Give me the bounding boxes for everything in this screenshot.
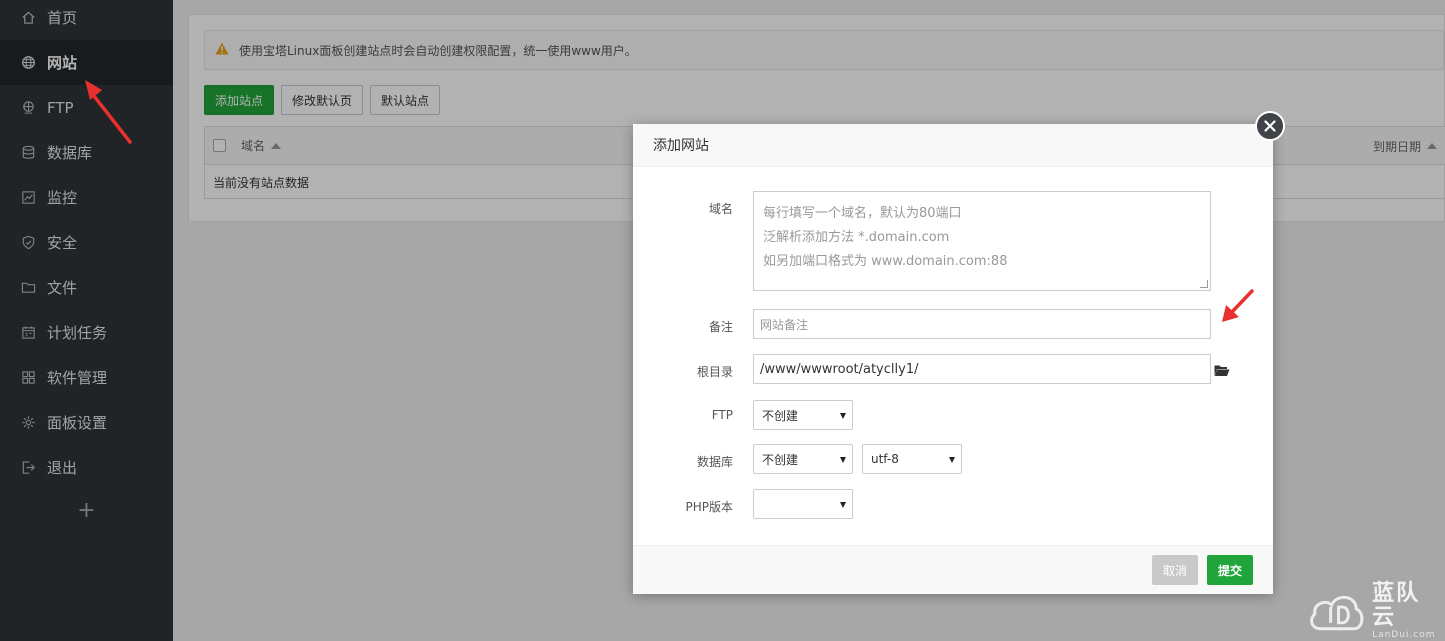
close-icon bbox=[1264, 120, 1276, 132]
chevron-down-icon bbox=[840, 457, 846, 463]
remark-input[interactable]: 网站备注 bbox=[753, 309, 1211, 339]
database-select-value: 不创建 bbox=[762, 452, 799, 467]
charset-select-value: utf-8 bbox=[871, 452, 899, 466]
root-dir-label: 根目录 bbox=[696, 365, 733, 379]
charset-select[interactable]: utf-8 bbox=[862, 444, 962, 474]
cloud-logo-icon bbox=[1310, 595, 1364, 631]
chevron-down-icon bbox=[840, 502, 846, 508]
remark-label: 备注 bbox=[708, 320, 733, 334]
ftp-select[interactable]: 不创建 bbox=[753, 400, 853, 430]
dialog-body: 域名 每行填写一个域名，默认为80端口 泛解析添加方法 *.domain.com… bbox=[633, 168, 1273, 545]
folder-open-icon[interactable] bbox=[1214, 364, 1232, 378]
domain-textarea[interactable]: 每行填写一个域名，默认为80端口 泛解析添加方法 *.domain.com 如另… bbox=[753, 191, 1211, 291]
dialog-footer: 取消 提交 bbox=[633, 545, 1273, 594]
watermark-text: 蓝队云 LanDui.com bbox=[1372, 581, 1443, 641]
php-version-select[interactable] bbox=[753, 489, 853, 519]
domain-placeholder-line: 如另加端口格式为 www.domain.com:88 bbox=[763, 254, 1008, 269]
watermark-domain: LanDui.com bbox=[1372, 630, 1436, 640]
cancel-button[interactable]: 取消 bbox=[1152, 555, 1199, 585]
domain-placeholder-line: 每行填写一个域名，默认为80端口 bbox=[763, 206, 962, 221]
add-site-dialog: 添加网站 域名 每行填写一个域名，默认为80端口 泛解析添加方法 *.domai… bbox=[633, 111, 1285, 594]
watermark: 蓝队云 LanDui.com bbox=[1307, 582, 1443, 640]
database-label: 数据库 bbox=[696, 455, 733, 469]
chevron-down-icon bbox=[949, 457, 955, 463]
ftp-select-value: 不创建 bbox=[762, 408, 799, 423]
root-dir-input[interactable]: /www/wwwroot/atyclly1/ bbox=[753, 354, 1211, 384]
annotation-arrow-remark bbox=[1222, 289, 1254, 322]
resize-handle-icon[interactable] bbox=[1200, 280, 1208, 288]
domain-label: 域名 bbox=[708, 202, 733, 216]
dialog-title: 添加网站 bbox=[633, 124, 1273, 167]
database-select[interactable]: 不创建 bbox=[753, 444, 853, 474]
chevron-down-icon bbox=[840, 413, 846, 419]
watermark-brand: 蓝队云 bbox=[1372, 581, 1421, 630]
annotation-arrow-website bbox=[85, 80, 132, 144]
ftp-label: FTP bbox=[711, 408, 733, 422]
php-version-label: PHP版本 bbox=[685, 500, 734, 514]
close-button[interactable] bbox=[1255, 111, 1285, 141]
domain-placeholder-line: 泛解析添加方法 *.domain.com bbox=[763, 230, 950, 245]
submit-button[interactable]: 提交 bbox=[1207, 555, 1254, 585]
